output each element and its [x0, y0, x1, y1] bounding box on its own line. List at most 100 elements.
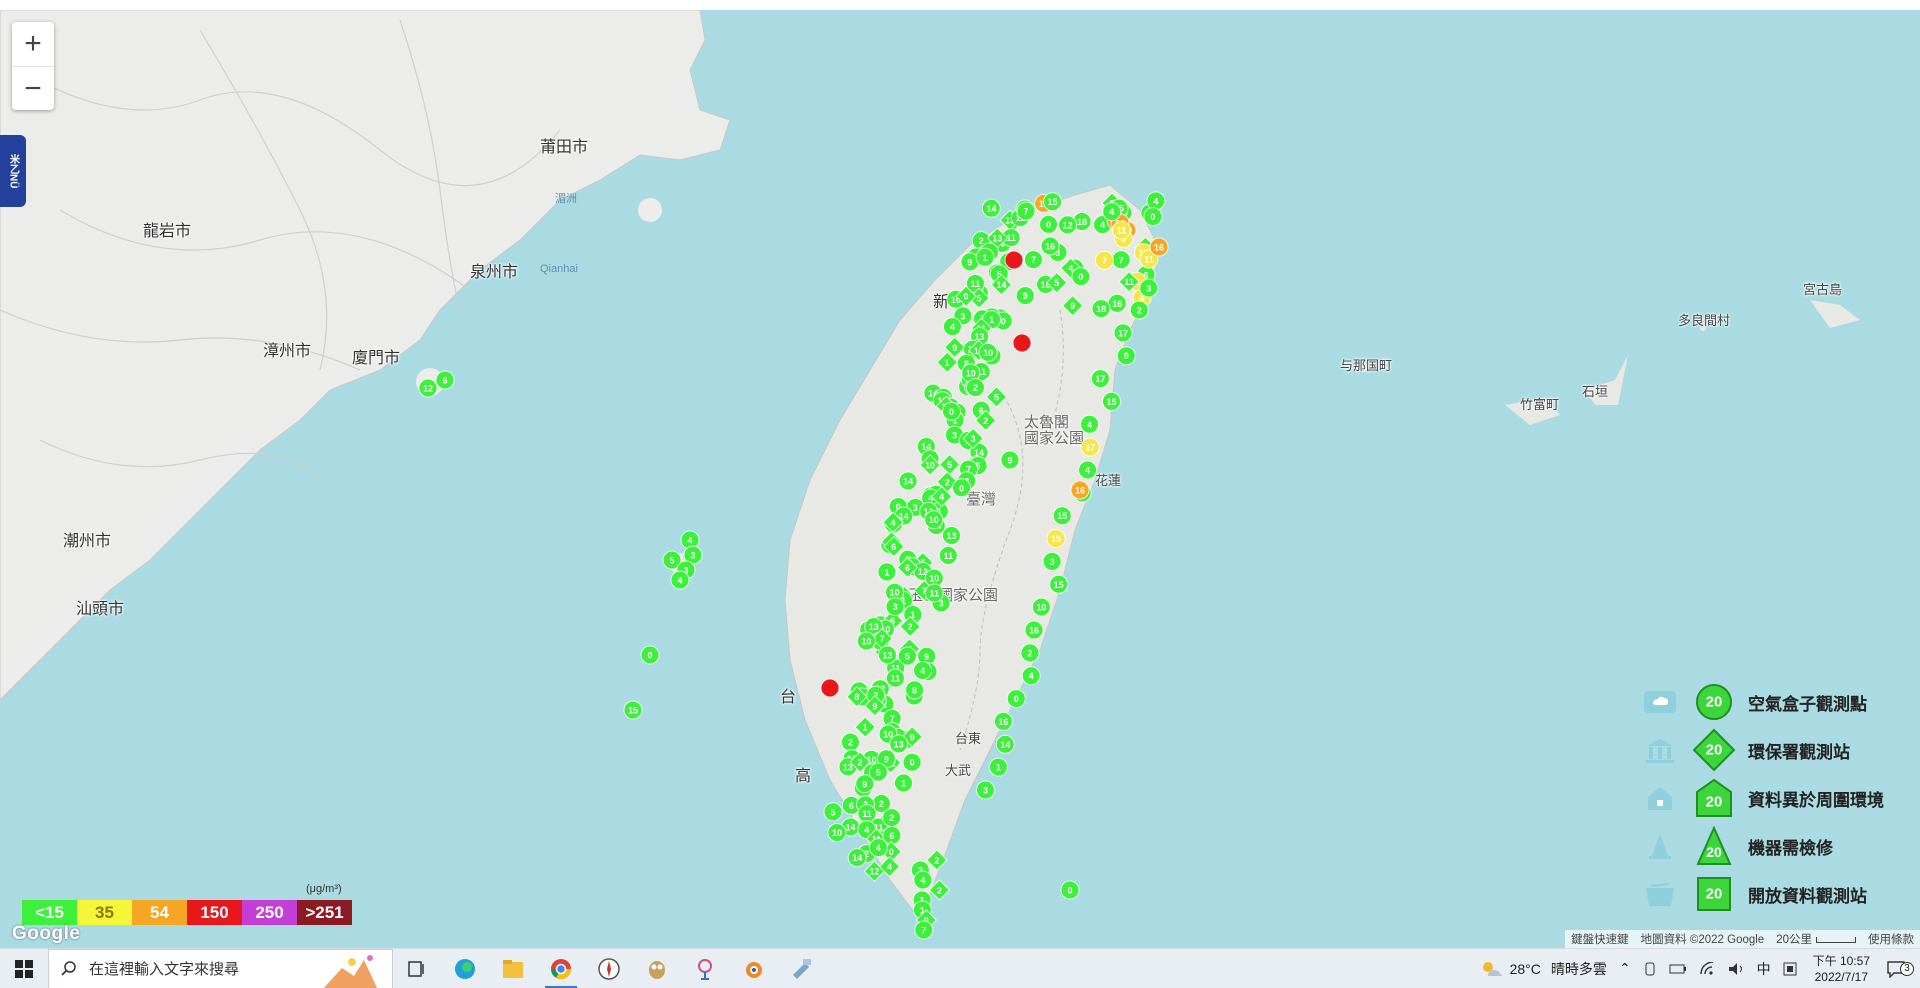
battery-icon[interactable] [1663, 963, 1693, 975]
station-marker[interactable]: 13 [877, 645, 897, 665]
terms-link[interactable]: 使用條款 [1868, 931, 1914, 947]
station-marker[interactable]: 10 [1031, 597, 1051, 617]
station-marker[interactable]: 7 [1023, 250, 1043, 270]
ime-indicator[interactable]: 中 [1751, 959, 1777, 979]
station-marker[interactable]: 17 [1080, 437, 1100, 457]
ime-mode-icon[interactable] [1777, 962, 1803, 976]
station-marker[interactable]: 15 [1043, 192, 1063, 212]
station-marker[interactable]: 9 [1061, 294, 1084, 317]
station-marker[interactable]: 4 [913, 660, 933, 680]
station-marker[interactable]: 7 [1111, 250, 1131, 270]
taskbar-search-box[interactable]: 在這裡輸入文字來搜尋 [48, 948, 393, 988]
station-marker[interactable]: 9 [1116, 346, 1136, 366]
tray-device-icon[interactable] [1637, 962, 1663, 976]
station-marker[interactable]: 3 [975, 780, 995, 800]
tool-app-icon[interactable] [777, 949, 825, 988]
station-marker[interactable]: 1 [975, 247, 995, 267]
station-marker[interactable]: 9 [855, 774, 875, 794]
station-marker[interactable] [1012, 333, 1032, 353]
station-marker[interactable]: 1 [854, 716, 876, 738]
station-marker[interactable]: 14 [898, 471, 918, 491]
zoom-in-button[interactable]: + [12, 22, 54, 66]
station-marker[interactable] [820, 678, 840, 698]
station-marker[interactable]: 9 [1000, 450, 1020, 470]
google-logo[interactable]: Google [12, 923, 80, 945]
station-marker[interactable]: 4 [868, 838, 888, 858]
station-marker[interactable]: 7 [1016, 201, 1036, 221]
station-marker[interactable]: 7 [1094, 250, 1114, 270]
zoom-out-button[interactable]: − [12, 66, 54, 110]
station-marker[interactable]: 11 [938, 546, 958, 566]
weather-widget[interactable]: 28°C 晴時多雲 [1474, 959, 1613, 979]
map-canvas[interactable]: 莆田市 龍岩市 泉州市 漳州市 廈門市 潮州市 汕頭市 与那国町 竹富町 石垣 … [0, 10, 1920, 950]
station-marker[interactable]: 15 [623, 700, 643, 720]
file-explorer-icon[interactable] [489, 949, 537, 988]
station-marker[interactable]: 5 [985, 386, 1008, 408]
task-view-icon[interactable] [393, 949, 441, 988]
station-marker[interactable]: 17 [1113, 323, 1133, 343]
station-marker[interactable]: 12 [1058, 215, 1078, 235]
station-marker[interactable]: 2 [965, 378, 985, 398]
edge-icon[interactable] [441, 949, 489, 988]
station-marker[interactable] [1004, 250, 1024, 270]
station-marker[interactable]: 0 [640, 645, 660, 665]
station-marker[interactable]: 0 [1060, 880, 1080, 900]
station-marker[interactable]: 16 [1149, 237, 1169, 257]
station-marker[interactable]: 2 [928, 879, 951, 901]
wifi-icon[interactable] [1693, 961, 1721, 976]
station-marker[interactable]: 13 [941, 525, 961, 545]
notification-center-icon[interactable]: 3 [1880, 960, 1920, 978]
station-marker[interactable]: 10 [827, 823, 847, 843]
side-panel-tab[interactable]: 米乙NÜ [0, 135, 26, 207]
station-marker[interactable]: 11 [924, 583, 944, 603]
start-button[interactable] [0, 949, 48, 988]
station-marker[interactable]: 14 [847, 848, 867, 868]
station-marker[interactable]: 2 [882, 808, 902, 828]
station-marker[interactable]: 14 [995, 734, 1015, 754]
blender-icon[interactable] [729, 949, 777, 988]
station-marker[interactable]: 2 [1020, 643, 1040, 663]
station-marker[interactable]: 15 [1046, 529, 1066, 549]
station-marker[interactable]: 1 [893, 773, 913, 793]
station-marker[interactable]: 10 [856, 631, 876, 651]
chevron-up-icon[interactable]: ⌃ [1613, 960, 1637, 977]
station-marker[interactable]: 0 [952, 478, 972, 498]
station-marker[interactable]: 16 [1040, 236, 1060, 256]
station-marker[interactable]: 15 [1052, 506, 1072, 526]
station-marker[interactable]: 5 [938, 453, 961, 476]
station-marker[interactable]: 4 [913, 870, 933, 890]
station-marker[interactable]: 16 [993, 711, 1013, 731]
station-marker[interactable]: 15 [1049, 574, 1069, 594]
owl-app-icon[interactable] [633, 949, 681, 988]
network-app-icon[interactable] [681, 949, 729, 988]
station-marker[interactable]: 0 [941, 401, 961, 421]
station-marker[interactable]: 2 [840, 732, 860, 752]
station-marker[interactable]: 5 [823, 802, 843, 822]
station-marker[interactable]: 2 [926, 849, 948, 871]
station-marker[interactable]: 2 [1129, 300, 1149, 320]
station-marker[interactable]: 4 [1080, 414, 1100, 434]
station-marker[interactable]: 4 [942, 317, 962, 337]
station-marker[interactable]: 16 [1070, 480, 1090, 500]
volume-icon[interactable] [1721, 962, 1751, 976]
station-marker[interactable]: 10 [978, 342, 998, 362]
station-marker[interactable]: 4 [1021, 666, 1041, 686]
station-marker[interactable]: 18 [1091, 299, 1111, 319]
station-marker[interactable]: 8 [905, 680, 925, 700]
station-marker[interactable]: 16 [1024, 620, 1044, 640]
station-marker[interactable]: 4 [1146, 191, 1166, 211]
keyboard-shortcuts-link[interactable]: 鍵盤快速鍵 [1571, 931, 1629, 947]
station-marker[interactable]: 0 [1006, 689, 1026, 709]
station-marker[interactable]: 13 [889, 734, 909, 754]
station-marker[interactable]: 9 [1015, 286, 1035, 306]
station-marker[interactable]: 15 [1102, 391, 1122, 411]
station-marker[interactable]: 0 [1039, 214, 1059, 234]
station-marker[interactable]: 7 [914, 920, 934, 940]
compass-app-icon[interactable] [585, 949, 633, 988]
station-marker[interactable]: 0 [1071, 267, 1091, 287]
station-marker[interactable]: 4 [1078, 460, 1098, 480]
station-marker[interactable]: 11 [885, 668, 905, 688]
station-marker[interactable]: 3 [1139, 278, 1159, 298]
station-marker[interactable]: 3 [885, 597, 905, 617]
chrome-icon[interactable] [537, 949, 585, 988]
